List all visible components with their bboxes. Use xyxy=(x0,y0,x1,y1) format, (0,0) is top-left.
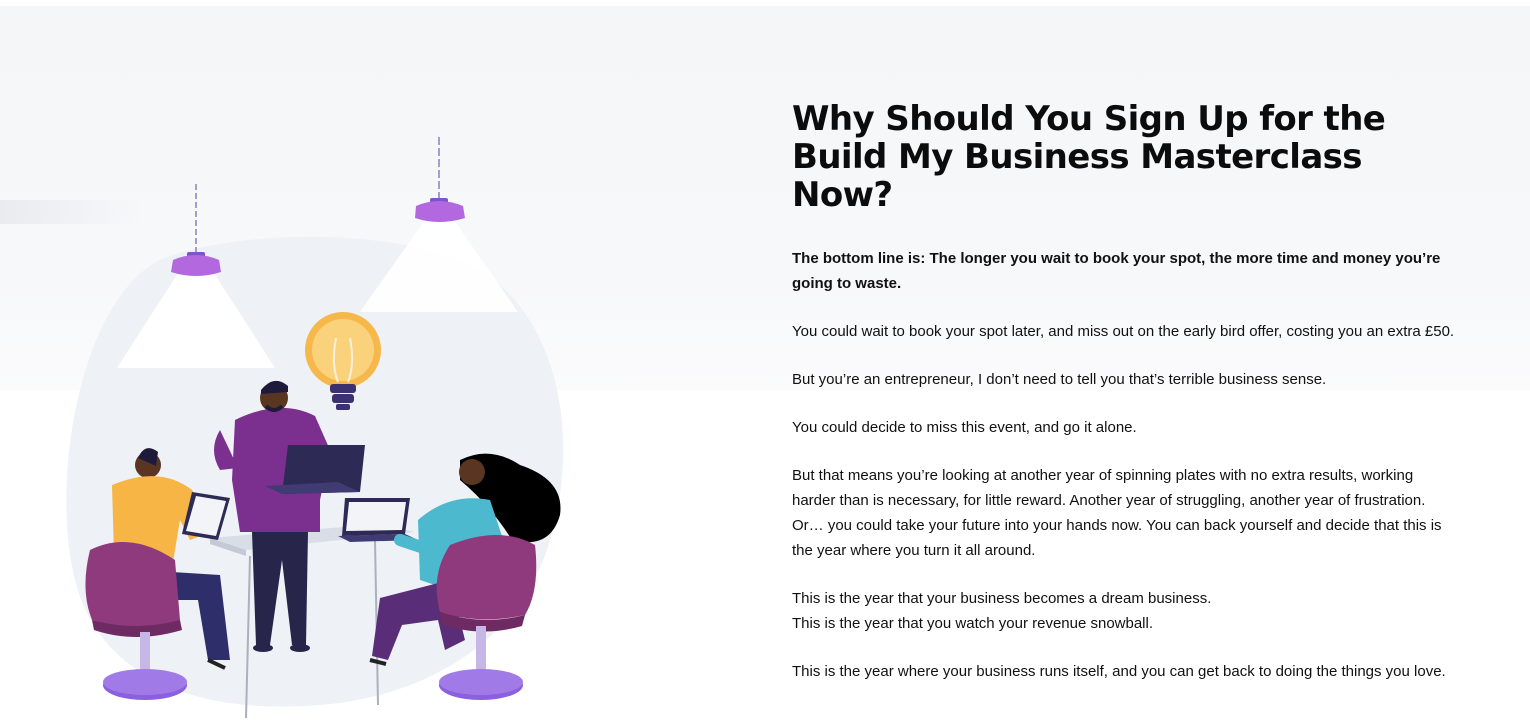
paragraph: This is the year where your business run… xyxy=(792,659,1457,684)
paragraph-line: But that means you’re looking at another… xyxy=(792,467,1442,559)
paragraph: The bottom line is: The longer you wait … xyxy=(792,246,1457,296)
paragraph-line: The bottom line is: The longer you wait … xyxy=(792,250,1441,292)
paragraph: You could decide to miss this event, and… xyxy=(792,415,1457,440)
chair-icon xyxy=(436,535,537,700)
paragraph: This is the year that your business beco… xyxy=(792,586,1457,636)
paragraph-line: You could decide to miss this event, and… xyxy=(792,419,1137,436)
team-meeting-illustration xyxy=(66,137,564,719)
content-column: Why Should You Sign Up for the Build My … xyxy=(792,100,1457,707)
ceiling-lamp-icon xyxy=(415,198,465,222)
paragraph-line: This is the year that your business beco… xyxy=(792,590,1212,607)
paragraph-line: This is the year that you watch your rev… xyxy=(792,615,1154,632)
paragraph: But that means you’re looking at another… xyxy=(792,463,1457,563)
paragraph: You could wait to book your spot later, … xyxy=(792,319,1457,344)
page: Why Should You Sign Up for the Build My … xyxy=(0,0,1530,721)
paragraph-line: You could wait to book your spot later, … xyxy=(792,323,1455,340)
chair-icon xyxy=(85,542,187,700)
paragraph-line: This is the year where your business run… xyxy=(792,663,1446,680)
paragraph-line: But you’re an entrepreneur, I don’t need… xyxy=(792,371,1327,388)
laptop-icon xyxy=(338,498,418,542)
paragraph: But you’re an entrepreneur, I don’t need… xyxy=(792,367,1457,392)
section-headline: Why Should You Sign Up for the Build My … xyxy=(792,99,1386,215)
